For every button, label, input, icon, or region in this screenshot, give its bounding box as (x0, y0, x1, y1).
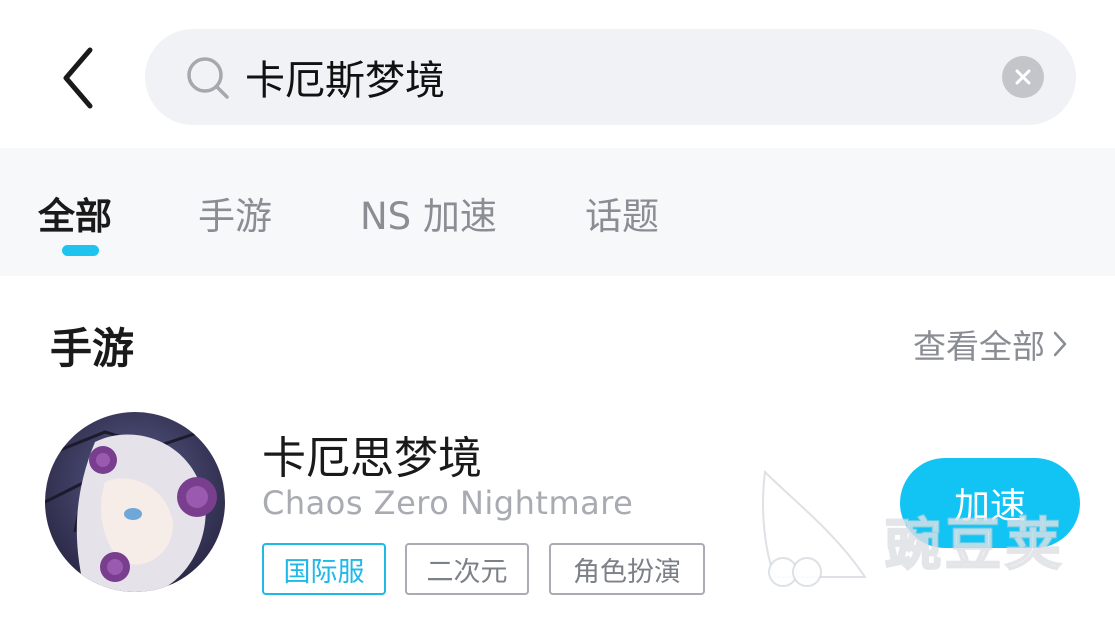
clear-search-button[interactable] (1002, 56, 1044, 98)
close-icon (1015, 69, 1031, 85)
tab-all[interactable]: 全部 (38, 186, 112, 240)
top-bar (0, 0, 1115, 148)
pea-logo-icon (762, 469, 867, 587)
watermark-text: 豌豆荚 (884, 512, 1065, 579)
tag-category: 角色扮演 (549, 543, 705, 595)
view-all-link[interactable]: 查看全部 (913, 320, 1067, 368)
section-title: 手游 (50, 324, 135, 373)
tag-genre: 二次元 (405, 543, 529, 595)
chevron-left-icon (63, 47, 93, 109)
search-box[interactable] (145, 29, 1076, 125)
tag-server: 国际服 (262, 543, 386, 595)
game-english-name: Chaos Zero Nightmare (262, 484, 634, 522)
chevron-right-icon (1053, 331, 1067, 357)
search-icon (187, 57, 229, 99)
search-input[interactable] (245, 47, 985, 107)
view-all-label: 查看全部 (913, 327, 1045, 366)
game-name: 卡厄思梦境 (262, 433, 482, 484)
tab-mobile-games[interactable]: 手游 (198, 186, 272, 240)
active-tab-indicator (62, 245, 99, 256)
tab-topics[interactable]: 话题 (585, 186, 659, 240)
tab-ns-boost[interactable]: NS 加速 (360, 186, 497, 240)
category-tabs: 全部 手游 NS 加速 话题 (0, 148, 1115, 276)
game-avatar (45, 412, 225, 592)
watermark: 豌豆荚 (755, 462, 1085, 592)
back-button[interactable] (48, 40, 108, 116)
